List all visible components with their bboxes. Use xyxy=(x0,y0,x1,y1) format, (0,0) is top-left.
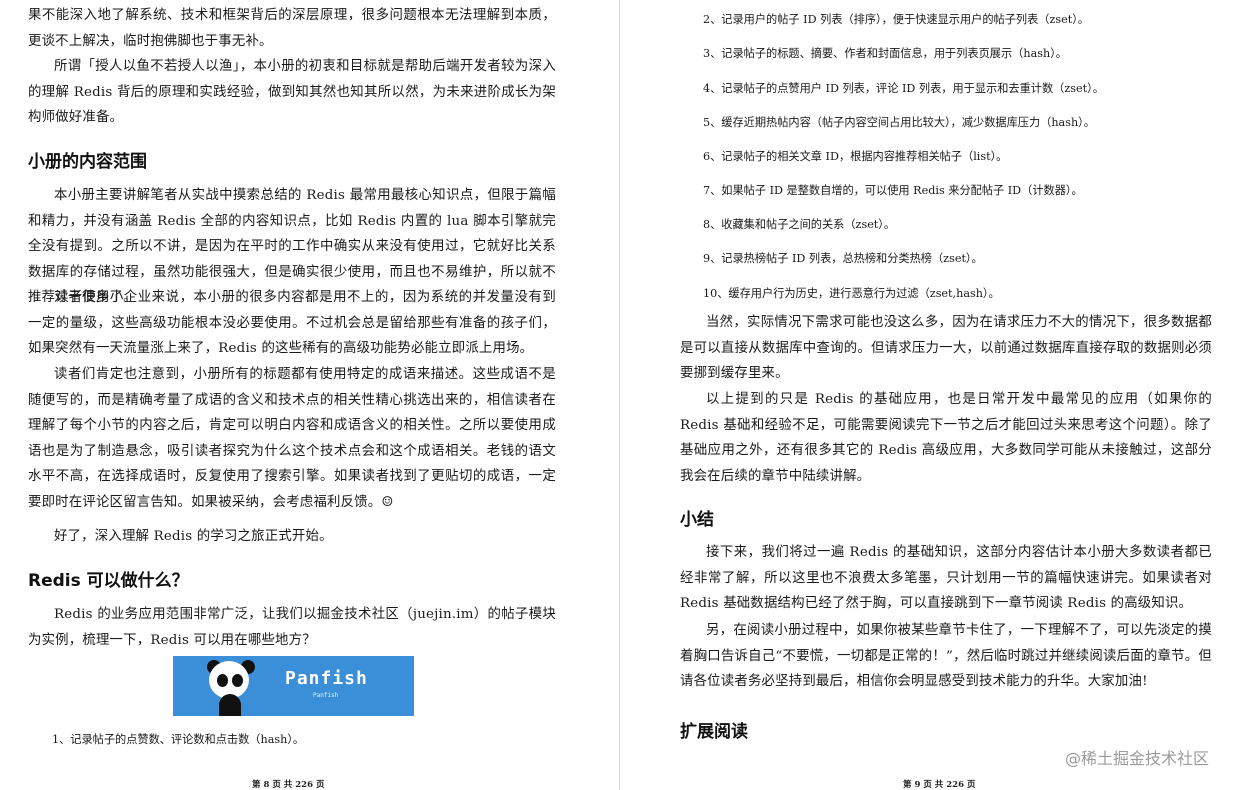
list-item: 5、缓存近期热帖内容（帖子内容空间占用比较大），减少数据库压力（hash）。 xyxy=(703,116,1095,129)
page-number: 第 8 页 共 226 页 xyxy=(252,780,325,790)
paragraph-next-steps: 接下来，我们将过一遍 Redis 的基础知识，这部分内容估计本小册大多数读者都已… xyxy=(680,545,1212,611)
paragraph-teach-to-fish: 所谓「授人以鱼不若授人以渔」，本小册的初衷和目标就是帮助后端开发者较为深入的理解… xyxy=(28,59,556,125)
heading-summary: 小结 xyxy=(680,510,714,530)
list-item: 6、记录帖子的相关文章 ID，根据内容推荐相关帖子（list）。 xyxy=(703,150,1008,163)
paragraph-reality: 当然，实际情况下需求可能也没这么多，因为在请求压力不大的情况下，很多数据都是可以… xyxy=(680,315,1212,381)
list-item: 10、缓存用户行为历史，进行恶意行为过滤（zset,hash）。 xyxy=(703,287,1000,300)
list-item: 9、记录热榜帖子 ID 列表，总热榜和分类热榜（zset）。 xyxy=(703,252,983,265)
paragraph-basic-usage: 以上提到的只是 Redis 的基础应用，也是日常开发中最常见的应用（如果你的 R… xyxy=(680,392,1212,484)
juejin-watermark: @稀土掘金技术社区 xyxy=(1065,749,1210,768)
list-item: 2、记录用户的帖子 ID 列表（排序），便于快速显示用户的帖子列表（zset）。 xyxy=(703,13,1089,26)
page-divider xyxy=(619,0,620,790)
page-number: 第 9 页 共 226 页 xyxy=(903,780,976,790)
list-item: 4、记录帖子的点赞用户 ID 列表，评论 ID 列表，用于显示和去重计数（zse… xyxy=(703,82,1104,95)
paragraph-intro-end: 果不能深入地了解系统、技术和框架背后的深层原理，很多问题根本无法理解到本质，更谈… xyxy=(28,8,556,49)
heading-further-reading: 扩展阅读 xyxy=(680,722,748,742)
panda-eye-icon xyxy=(217,674,228,687)
list-item: 7、如果帖子 ID 是整数自增的，可以使用 Redis 来分配帖子 ID（计数器… xyxy=(703,184,1083,197)
list-item: 3、记录帖子的标题、摘要、作者和封面信息，用于列表页展示（hash）。 xyxy=(703,47,1067,60)
heading-content-scope: 小册的内容范围 xyxy=(28,152,147,172)
banner-sub-text: Panfish xyxy=(313,692,339,699)
panda-eye-icon xyxy=(232,674,243,687)
paragraph-scope-2: 对于很多小企业来说，本小册的很多内容都是用不上的，因为系统的并发量没有到一定的量… xyxy=(28,290,556,356)
paragraph-encouragement: 另，在阅读小册过程中，如果你被某些章节卡住了，一下理解不了，可以先淡定的摸着胸口… xyxy=(680,623,1212,689)
right-page: 2、记录用户的帖子 ID 列表（排序），便于快速显示用户的帖子列表（zset）。… xyxy=(625,0,1248,790)
paragraph-usage-intro: Redis 的业务应用范围非常广泛，让我们以掘金技术社区（juejin.im）的… xyxy=(28,607,556,648)
left-page: 果不能深入地了解系统、技术和框架背后的深层原理，很多问题根本无法理解到本质，更谈… xyxy=(0,0,615,790)
list-item: 8、收藏集和帖子之间的关系（zset）。 xyxy=(703,218,896,231)
paragraph-start: 好了，深入理解 Redis 的学习之旅正式开始。 xyxy=(54,529,333,544)
panfish-banner-image: Panfish Panfish xyxy=(173,656,414,716)
panda-body-icon xyxy=(219,694,241,716)
banner-brand-text: Panfish xyxy=(285,668,368,689)
list-item: 1、记录帖子的点赞数、评论数和点击数（hash）。 xyxy=(52,733,305,746)
paragraph-idioms: 读者们肯定也注意到，小册所有的标题都有使用特定的成语来描述。这些成语不是随便写的… xyxy=(28,367,556,510)
heading-what-can-redis-do: Redis 可以做什么？ xyxy=(28,571,189,591)
